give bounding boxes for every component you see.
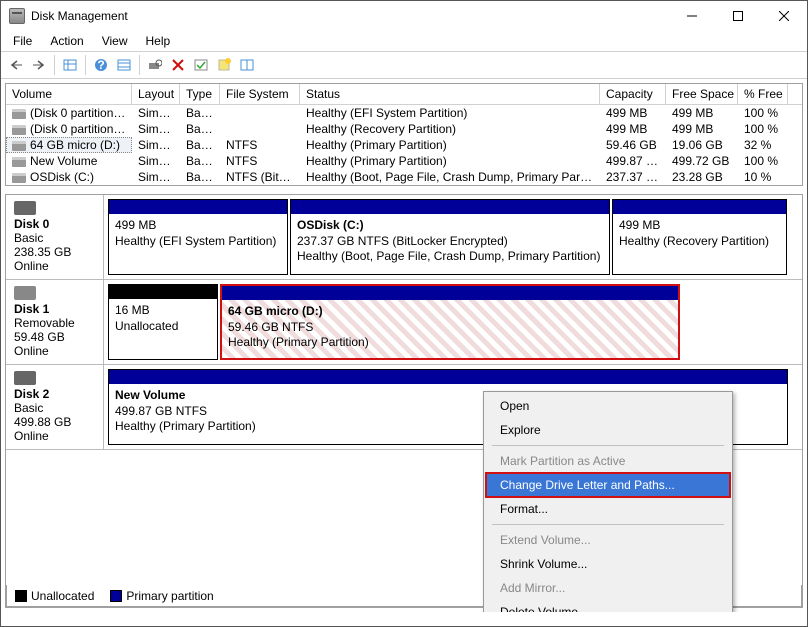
ctx-delete[interactable]: Delete Volume... [486,600,730,612]
disk-row: Disk 0Basic238.35 GBOnline499 MBHealthy … [6,195,802,280]
ctx-shrink[interactable]: Shrink Volume... [486,552,730,576]
volume-row[interactable]: (Disk 0 partition 4)SimpleBasicHealthy (… [6,121,802,137]
minimize-button[interactable] [669,1,715,31]
col-volume[interactable]: Volume [6,84,132,104]
ctx-open[interactable]: Open [486,394,730,418]
menubar: File Action View Help [1,31,807,51]
ctx-change-letter[interactable]: Change Drive Letter and Paths... [486,473,730,497]
legend-primary: Primary partition [110,589,213,603]
svg-text:?: ? [97,58,104,72]
toolbar: ? [1,51,807,79]
col-type[interactable]: Type [180,84,220,104]
scan-icon[interactable] [144,54,166,76]
new-icon[interactable] [213,54,235,76]
delete-icon[interactable] [167,54,189,76]
window-title: Disk Management [31,9,669,23]
help-icon[interactable]: ? [90,54,112,76]
col-percentfree[interactable]: % Free [738,84,788,104]
disk-management-window: Disk Management File Action View Help ? … [0,0,808,627]
col-freespace[interactable]: Free Space [666,84,738,104]
col-filesystem[interactable]: File System [220,84,300,104]
partition[interactable]: OSDisk (C:)237.37 GB NTFS (BitLocker Enc… [290,199,610,275]
partition[interactable]: 64 GB micro (D:)59.46 GB NTFSHealthy (Pr… [220,284,680,360]
properties-icon[interactable] [236,54,258,76]
legend-unallocated: Unallocated [15,589,94,603]
col-status[interactable]: Status [300,84,600,104]
disk-info[interactable]: Disk 1Removable59.48 GBOnline [6,280,104,364]
col-capacity[interactable]: Capacity [600,84,666,104]
drive-icon [12,141,26,151]
menu-action[interactable]: Action [42,32,91,50]
titlebar[interactable]: Disk Management [1,1,807,31]
volume-list-header: Volume Layout Type File System Status Ca… [6,84,802,105]
partition[interactable]: 499 MBHealthy (Recovery Partition) [612,199,787,275]
volume-row[interactable]: 64 GB micro (D:)SimpleBasicNTFSHealthy (… [6,137,802,153]
drive-icon [12,173,26,183]
maximize-button[interactable] [715,1,761,31]
ctx-explore[interactable]: Explore [486,418,730,442]
close-button[interactable] [761,1,807,31]
volume-row[interactable]: OSDisk (C:)SimpleBasicNTFS (BitLo...Heal… [6,169,802,185]
check-icon[interactable] [190,54,212,76]
volume-row[interactable]: (Disk 0 partition 1)SimpleBasicHealthy (… [6,105,802,121]
partition[interactable]: 499 MBHealthy (EFI System Partition) [108,199,288,275]
disk-icon [14,371,36,385]
context-menu: Open Explore Mark Partition as Active Ch… [483,391,733,612]
menu-view[interactable]: View [94,32,136,50]
drive-icon [12,109,26,119]
forward-button[interactable] [28,54,50,76]
menu-file[interactable]: File [5,32,40,50]
volume-list: Volume Layout Type File System Status Ca… [5,83,803,186]
back-button[interactable] [5,54,27,76]
table-view-icon[interactable] [59,54,81,76]
disk-row: Disk 1Removable59.48 GBOnline16 MBUnallo… [6,280,802,365]
disk-info[interactable]: Disk 2Basic499.88 GBOnline [6,365,104,449]
disk-icon [14,286,36,300]
menu-help[interactable]: Help [138,32,179,50]
ctx-mark-active: Mark Partition as Active [486,449,730,473]
grid-icon[interactable] [113,54,135,76]
ctx-format[interactable]: Format... [486,497,730,521]
unallocated-space[interactable]: 16 MBUnallocated [108,284,218,360]
ctx-extend: Extend Volume... [486,528,730,552]
volume-row[interactable]: New VolumeSimpleBasicNTFSHealthy (Primar… [6,153,802,169]
drive-icon [12,157,26,167]
drive-icon [12,125,26,135]
col-layout[interactable]: Layout [132,84,180,104]
disk-icon [14,201,36,215]
ctx-add-mirror: Add Mirror... [486,576,730,600]
app-icon [9,8,25,24]
statusbar [1,612,807,626]
disk-info[interactable]: Disk 0Basic238.35 GBOnline [6,195,104,279]
